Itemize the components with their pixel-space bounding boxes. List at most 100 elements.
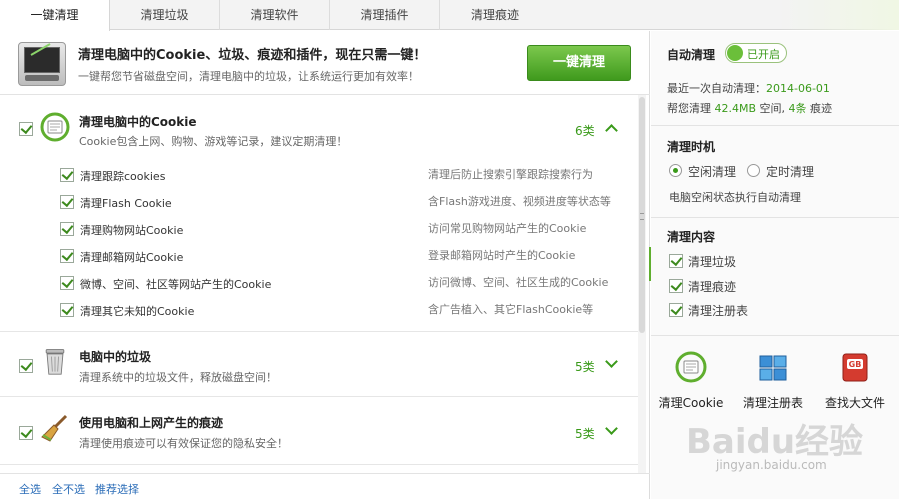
content-checkbox-traces[interactable]: [669, 279, 683, 293]
item-description: 清理后防止搜索引擎跟踪搜索行为: [428, 168, 593, 181]
item-label: 清理跟踪cookies: [80, 170, 166, 183]
last-clean-date: 2014-06-01: [766, 82, 830, 95]
tab-one-click-clean[interactable]: 一键清理: [0, 0, 110, 31]
tab-clean-junk[interactable]: 清理垃圾: [110, 0, 220, 30]
chevron-down-icon[interactable]: [605, 422, 618, 435]
tab-clean-plugins[interactable]: 清理插件: [330, 0, 440, 30]
section-description: 清理系统中的垃圾文件，释放磁盘空间！: [79, 371, 277, 384]
item-description: 访问微博、空间、社区生成的Cookie: [428, 276, 609, 289]
page-subtitle: 一键帮您节省磁盘空间，清理电脑中的垃圾，让系统运行更加有效率！: [78, 70, 419, 83]
cookie-icon: [40, 112, 70, 142]
content-checkbox-registry[interactable]: [669, 303, 683, 317]
stats-prefix: 帮您清理: [667, 102, 715, 115]
selection-footer: 全选 全不选 推荐选择: [0, 473, 650, 499]
section-traces-checkbox[interactable]: [19, 426, 33, 440]
item-label: 清理其它未知的Cookie: [80, 305, 195, 318]
content-label: 清理内容: [667, 230, 716, 244]
big-file-icon: GB: [842, 353, 868, 382]
chevron-up-icon[interactable]: [605, 124, 618, 137]
content-item-label: 清理注册表: [688, 304, 749, 318]
section-junk: 电脑中的垃圾 清理系统中的垃圾文件，释放磁盘空间！ 5类: [0, 332, 640, 397]
trash-bin-icon: [45, 349, 65, 375]
item-checkbox[interactable]: [60, 168, 74, 182]
cookie-icon: [675, 351, 707, 383]
radio-timed-clean[interactable]: [747, 164, 760, 177]
tab-clean-traces[interactable]: 清理痕迹: [440, 0, 550, 30]
tab-clean-software[interactable]: 清理软件: [220, 0, 330, 30]
scrollbar-thumb[interactable]: [639, 97, 645, 333]
stats-suffix: 痕迹: [806, 102, 833, 115]
one-click-clean-button[interactable]: 一键清理: [527, 45, 631, 81]
select-all-link[interactable]: 全选: [19, 481, 41, 497]
item-label: 微博、空间、社区等网站产生的Cookie: [80, 278, 272, 291]
section-title: 清理电脑中的Cookie: [79, 115, 197, 129]
section-traces: 使用电脑和上网产生的痕迹 清理使用痕迹可以有效保证您的隐私安全！ 5类: [0, 397, 640, 465]
stats-count: 4条: [788, 102, 807, 115]
item-label: 清理邮箱网站Cookie: [80, 251, 184, 264]
item-checkbox[interactable]: [60, 249, 74, 263]
section-description: Cookie包含上网、购物、游戏等记录，建议定期清理！: [79, 135, 348, 148]
page-title: 清理电脑中的Cookie、垃圾、痕迹和插件，现在只需一键！: [78, 48, 427, 63]
svg-text:GB: GB: [849, 360, 862, 369]
item-description: 含广告植入、其它FlashCookie等: [428, 303, 594, 316]
tab-label: 一键清理: [30, 8, 79, 22]
section-title: 电脑中的垃圾: [79, 350, 152, 364]
divider: [651, 217, 899, 218]
radio-timed-label: 定时清理: [766, 165, 815, 179]
clean-stats: 帮您清理 42.4MB 空间, 4条 痕迹: [667, 100, 832, 116]
toggle-label: 已开启: [747, 48, 780, 61]
last-clean-info: 最近一次自动清理：2014-06-01: [667, 80, 830, 96]
auto-clean-label: 自动清理: [667, 48, 716, 62]
recommend-select-link[interactable]: 推荐选择: [95, 481, 139, 497]
item-description: 含Flash游戏进度、视频进度等状态等: [428, 195, 611, 208]
broom-icon: [41, 414, 68, 442]
section-count: 5类: [575, 427, 595, 441]
section-cookie: 清理电脑中的Cookie Cookie包含上网、购物、游戏等记录，建议定期清理！…: [0, 95, 640, 332]
radio-idle-label: 空闲清理: [688, 165, 737, 179]
main-panel: 清理电脑中的Cookie、垃圾、痕迹和插件，现在只需一键！ 一键帮您节省磁盘空间…: [0, 31, 650, 499]
tab-label: 清理垃圾: [140, 8, 189, 22]
item-checkbox[interactable]: [60, 195, 74, 209]
main-header: 清理电脑中的Cookie、垃圾、痕迹和插件，现在只需一键！ 一键帮您节省磁盘空间…: [0, 31, 650, 95]
section-description: 清理使用痕迹可以有效保证您的隐私安全！: [79, 437, 288, 450]
item-checkbox[interactable]: [60, 222, 74, 236]
item-label: 清理Flash Cookie: [80, 197, 172, 210]
toggle-knob: [727, 45, 743, 61]
divider: [651, 125, 899, 126]
tab-bar: 一键清理 清理垃圾 清理软件 清理插件 清理痕迹: [0, 0, 899, 31]
monitor-icon: [18, 42, 66, 86]
chevron-down-icon[interactable]: [605, 355, 618, 368]
item-checkbox[interactable]: [60, 276, 74, 290]
radio-idle-clean[interactable]: [669, 164, 682, 177]
section-count: 6类: [575, 124, 595, 138]
tool-find-big-files[interactable]: GB 查找大文件: [817, 351, 893, 413]
tool-clean-cookie[interactable]: 清理Cookie: [653, 351, 729, 413]
content-item-label: 清理痕迹: [688, 280, 737, 294]
item-label: 清理购物网站Cookie: [80, 224, 184, 237]
header-decoration: [779, 0, 899, 30]
auto-clean-toggle[interactable]: 已开启: [725, 43, 787, 63]
tab-label: 清理软件: [250, 8, 299, 22]
item-checkbox[interactable]: [60, 303, 74, 317]
tab-label: 清理痕迹: [470, 8, 519, 22]
content-item-label: 清理垃圾: [688, 255, 737, 269]
tab-label: 清理插件: [360, 8, 409, 22]
divider: [651, 335, 899, 336]
stats-mid: 空间,: [756, 102, 789, 115]
category-list: 清理电脑中的Cookie Cookie包含上网、购物、游戏等记录，建议定期清理！…: [0, 95, 650, 473]
timing-label: 清理时机: [667, 140, 716, 154]
scrollbar[interactable]: [638, 95, 646, 473]
timing-note: 电脑空闲状态执行自动清理: [669, 191, 801, 204]
tool-clean-registry[interactable]: 清理注册表: [735, 351, 811, 413]
content-checkbox-junk[interactable]: [669, 254, 683, 268]
item-description: 登录邮箱网站时产生的Cookie: [428, 249, 576, 262]
watermark-url: jingyan.baidu.com: [716, 458, 827, 472]
last-clean-prefix: 最近一次自动清理：: [667, 82, 766, 95]
section-junk-checkbox[interactable]: [19, 359, 33, 373]
section-title: 使用电脑和上网产生的痕迹: [79, 416, 224, 430]
stats-size: 42.4MB: [714, 102, 757, 115]
registry-cubes-icon: [759, 355, 787, 381]
select-none-link[interactable]: 全不选: [52, 481, 85, 497]
grip-icon: [640, 213, 644, 220]
section-cookie-checkbox[interactable]: [19, 122, 33, 136]
